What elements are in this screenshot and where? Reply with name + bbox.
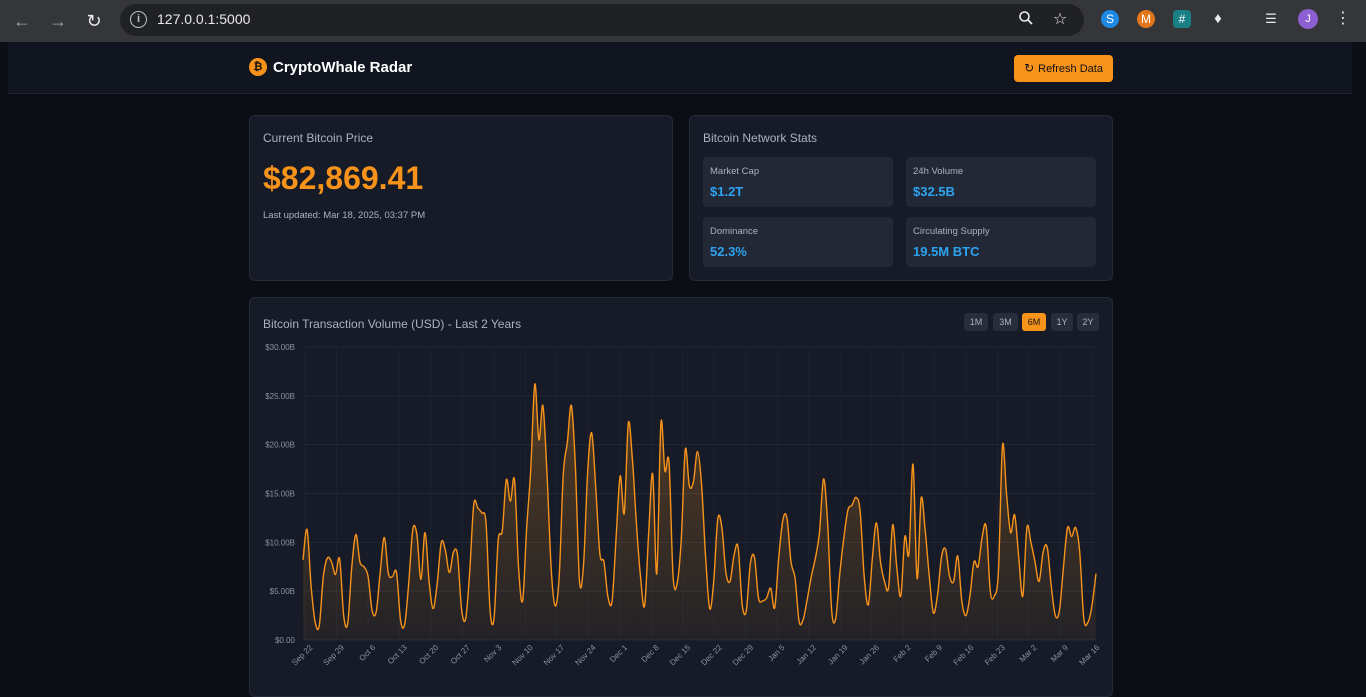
bitcoin-logo-icon: ₿ [249, 58, 267, 76]
profile-avatar[interactable]: J [1298, 9, 1318, 29]
price-card-title: Current Bitcoin Price [263, 131, 374, 145]
address-bar[interactable]: i 127.0.0.1:5000 ☆ [120, 4, 1084, 36]
range-button-6m[interactable]: 6M [1022, 313, 1046, 331]
stat-24h-volume: 24h Volume $32.5B [906, 157, 1096, 207]
stat-market-cap: Market Cap $1.2T [703, 157, 893, 207]
stat-label: 24h Volume [913, 166, 964, 177]
app-header: ₿ CryptoWhale Radar ↻ Refresh Data [8, 42, 1352, 94]
stat-value: 19.5M BTC [913, 244, 980, 259]
stat-label: Market Cap [710, 166, 760, 177]
last-updated: Last updated: Mar 18, 2025, 03:37 PM [263, 210, 426, 221]
stats-card-title: Bitcoin Network Stats [703, 131, 818, 145]
network-stats-card: Bitcoin Network Stats Market Cap $1.2T 2… [689, 115, 1113, 281]
extensions-puzzle-icon[interactable]: ♦ [1209, 10, 1227, 28]
chart-title: Bitcoin Transaction Volume (USD) - Last … [263, 317, 522, 331]
stat-label: Circulating Supply [913, 226, 990, 237]
back-arrow-icon[interactable]: ← [10, 9, 34, 33]
zoom-icon[interactable] [1016, 10, 1036, 30]
more-menu-icon[interactable]: ⋮ [1334, 10, 1352, 28]
price-card: Current Bitcoin Price $82,869.41 Last up… [249, 115, 673, 281]
app-page: ₿ CryptoWhale Radar ↻ Refresh Data Curren… [0, 42, 1366, 697]
media-controls-icon[interactable]: ☰ [1262, 10, 1280, 28]
range-button-1y[interactable]: 1Y [1051, 313, 1073, 331]
stat-circulating-supply: Circulating Supply 19.5M BTC [906, 217, 1096, 267]
stat-value: 52.3% [710, 244, 747, 259]
refresh-data-button[interactable]: ↻ Refresh Data [1014, 55, 1113, 82]
app-title: CryptoWhale Radar [273, 59, 413, 76]
current-price: $82,869.41 [263, 160, 424, 196]
extension-metamask-icon[interactable]: M [1137, 10, 1155, 28]
refresh-label: Refresh Data [1038, 63, 1103, 75]
browser-toolbar: ← → ↻ i 127.0.0.1:5000 ☆ S M # ♦ ☰ J ⋮ [0, 0, 1366, 42]
range-button-1m[interactable]: 1M [964, 313, 988, 331]
reload-icon[interactable]: ↻ [82, 9, 106, 33]
stat-value: $1.2T [710, 184, 744, 199]
site-info-icon[interactable]: i [130, 11, 147, 28]
extension-grid-icon[interactable]: # [1173, 10, 1191, 28]
forward-arrow-icon[interactable]: → [46, 9, 70, 33]
refresh-icon: ↻ [1024, 61, 1035, 75]
bookmark-star-icon[interactable]: ☆ [1050, 10, 1070, 30]
stat-label: Dominance [710, 226, 759, 237]
stat-dominance: Dominance 52.3% [703, 217, 893, 267]
stat-value: $32.5B [913, 184, 955, 199]
url-text[interactable]: 127.0.0.1:5000 [157, 11, 250, 27]
extension-shazam-icon[interactable]: S [1101, 10, 1119, 28]
range-button-3m[interactable]: 3M [993, 313, 1018, 331]
volume-chart-card: Bitcoin Transaction Volume (USD) - Last … [249, 297, 1113, 697]
range-button-2y[interactable]: 2Y [1077, 313, 1099, 331]
